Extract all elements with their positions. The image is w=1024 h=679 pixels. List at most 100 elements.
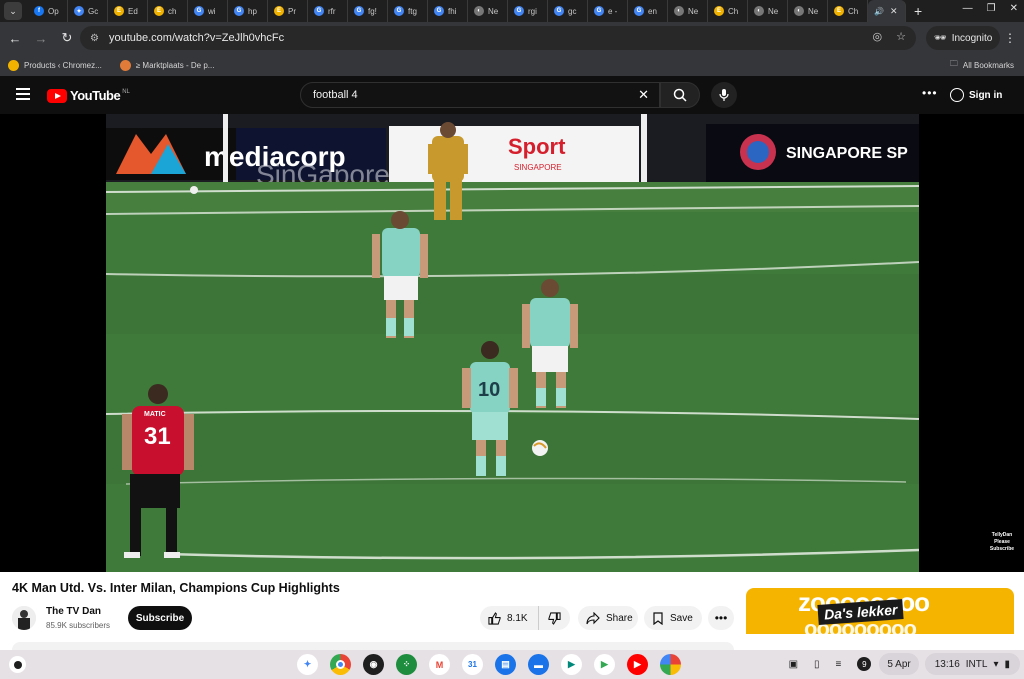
share-icon <box>586 611 600 624</box>
keyboard-layout: INTL <box>965 658 988 670</box>
tab-active-youtube[interactable]: 🔊 ✕ <box>868 0 906 22</box>
save-button[interactable]: Save <box>644 606 702 630</box>
browser-tab[interactable]: E Pr <box>268 0 308 22</box>
gemini-app-icon[interactable]: ✦ <box>297 654 318 675</box>
tab-label: Ch <box>728 6 739 16</box>
more-actions-button[interactable]: ••• <box>708 606 734 630</box>
tab-favicon-icon: ◐ <box>794 6 804 16</box>
video-frame: mediacorp SinGapore Sport SINGAPORE SING… <box>106 114 919 572</box>
tab-favicon-icon: G <box>394 6 404 16</box>
tab-favicon-icon: G <box>194 6 204 16</box>
screen-capture-icon[interactable]: ▣ <box>781 653 806 675</box>
svg-text:MATIC: MATIC <box>144 411 166 418</box>
site-info-icon[interactable]: ⚙ <box>90 33 99 44</box>
browser-tab[interactable]: ✦ Gc <box>68 0 108 22</box>
browser-tab[interactable]: Ggc <box>548 0 588 22</box>
tab-favicon-icon: G <box>234 6 244 16</box>
close-window-icon[interactable]: ✕ <box>1010 3 1018 14</box>
youtube-logo[interactable]: YouTube NL <box>47 88 130 103</box>
thumbs-down-icon <box>548 611 561 625</box>
ad-footer <box>746 634 1014 650</box>
subscribe-button[interactable]: Subscribe <box>128 606 192 630</box>
phone-hub-icon[interactable]: ▯ <box>806 653 828 675</box>
restore-icon[interactable]: ❐ <box>987 3 996 14</box>
channel-avatar[interactable] <box>12 606 36 630</box>
browser-tab[interactable]: Gfg! <box>348 0 388 22</box>
browser-tab[interactable]: ◐ Ne <box>468 0 508 22</box>
browser-menu-icon[interactable]: ⋮ <box>1004 31 1016 45</box>
search-icon <box>673 88 687 102</box>
browser-tab[interactable]: Gwi <box>188 0 228 22</box>
incognito-indicator[interactable]: 🕶 Incognito <box>926 26 1000 50</box>
browser-tab[interactable]: Grfr <box>308 0 348 22</box>
browser-tab[interactable]: ◐ Ne <box>748 0 788 22</box>
browser-tab[interactable]: Gfhi <box>428 0 468 22</box>
browser-tab[interactable]: ◐ Ne <box>788 0 828 22</box>
browser-tab[interactable]: Ge - <box>588 0 628 22</box>
apps-grid-icon[interactable]: ⁘ <box>396 654 417 675</box>
dislike-button[interactable] <box>538 606 570 630</box>
sidebar-ad[interactable]: zoooooooo ooooooooo Da's lekker <box>746 588 1014 650</box>
browser-tab[interactable]: Gen <box>628 0 668 22</box>
like-button[interactable]: 8.1K <box>480 606 538 630</box>
search-button[interactable] <box>660 82 700 108</box>
url-text: youtube.com/watch?v=ZeJlh0vhcFc <box>108 32 285 44</box>
settings-more-icon[interactable]: ••• <box>922 86 938 100</box>
files-app-icon[interactable]: ▤ <box>495 654 516 675</box>
like-count: 8.1K <box>507 612 528 624</box>
search-input[interactable]: football 4 ✕ <box>300 82 660 108</box>
new-tab-button[interactable]: + <box>914 3 922 19</box>
hamburger-menu-icon[interactable] <box>16 88 30 100</box>
svg-text:31: 31 <box>144 423 171 450</box>
reload-button[interactable]: ↻ <box>54 30 80 46</box>
tab-search-button[interactable]: ⌄ <box>4 2 22 20</box>
browser-tab[interactable]: E Ed <box>108 0 148 22</box>
share-button[interactable]: Share <box>578 606 638 630</box>
channel-name[interactable]: The TV Dan <box>46 606 101 617</box>
video-player[interactable]: mediacorp SinGapore Sport SINGAPORE SING… <box>106 114 919 572</box>
browser-tab[interactable]: Grgi <box>508 0 548 22</box>
minimize-icon[interactable]: — <box>963 3 973 14</box>
channel-watermark[interactable]: TellyDan Please Subscribe <box>984 532 1020 553</box>
all-bookmarks-button[interactable]: 🗀 All Bookmarks <box>950 58 1014 72</box>
notification-center[interactable]: 9 <box>849 653 879 675</box>
bookmark-star-icon[interactable]: ☆ <box>896 30 906 43</box>
os-shelf: ✦ ◉ ⁘ M 31 ▤ ▬ ▶ ▶ ▶ ▣ ▯ ≡ 9 5 Apr 13:16… <box>0 650 1024 679</box>
bookmark-marktplaats[interactable]: ≥ Marktplaats - De p... <box>119 59 214 71</box>
browser-tab[interactable]: E Ch <box>708 0 748 22</box>
meet-app-icon[interactable]: ▶ <box>561 654 582 675</box>
play-store-app-icon[interactable]: ▶ <box>594 654 615 675</box>
back-button[interactable]: ← <box>2 31 28 46</box>
address-bar[interactable]: ⚙ youtube.com/watch?v=ZeJlh0vhcFc ◎ ☆ <box>80 26 916 50</box>
photos-app-icon[interactable] <box>660 654 681 675</box>
gmail-app-icon[interactable]: M <box>429 654 450 675</box>
date-indicator[interactable]: 5 Apr <box>879 653 919 675</box>
browser-tab[interactable]: Gftg <box>388 0 428 22</box>
clear-search-icon[interactable]: ✕ <box>638 87 649 103</box>
tab-strip: ⌄ f Op ✦ Gc E Ed Ech Gwi Ghp E Pr Grfr Gfg! Gftg Gfhi ◐… <box>0 0 1024 22</box>
status-area[interactable]: 13:16 INTL ▾ ▮ <box>924 653 1020 675</box>
clipboard-icon[interactable]: ≡ <box>828 653 850 675</box>
tab-favicon-icon: ◐ <box>674 6 684 16</box>
system-tray: ▣ ▯ ≡ 9 5 Apr 13:16 INTL ▾ ▮ <box>781 653 1024 675</box>
browser-tab[interactable]: ◐ Ne <box>668 0 708 22</box>
browser-tab[interactable]: f Op <box>28 0 68 22</box>
sign-in-button[interactable]: Sign in <box>950 84 1002 106</box>
svg-text:10: 10 <box>478 379 500 401</box>
forward-button[interactable]: → <box>28 31 54 46</box>
description-box[interactable] <box>12 642 734 650</box>
browser-tab[interactable]: Ech <box>148 0 188 22</box>
cast-app-icon[interactable]: ◉ <box>363 654 384 675</box>
voice-search-button[interactable] <box>711 82 737 108</box>
messages-app-icon[interactable]: ▬ <box>528 654 549 675</box>
launcher-button[interactable] <box>9 656 26 673</box>
tracking-off-icon[interactable]: ◎ <box>873 30 883 43</box>
chrome-app-icon[interactable] <box>330 654 351 675</box>
calendar-app-icon[interactable]: 31 <box>462 654 483 675</box>
close-tab-icon[interactable]: ✕ <box>890 6 898 17</box>
youtube-app-icon[interactable]: ▶ <box>627 654 648 675</box>
browser-tab[interactable]: E Ch <box>828 0 868 22</box>
bookmark-products[interactable]: Products ‹ Chromez... <box>8 59 102 71</box>
tab-label: Ne <box>768 6 779 16</box>
browser-tab[interactable]: Ghp <box>228 0 268 22</box>
